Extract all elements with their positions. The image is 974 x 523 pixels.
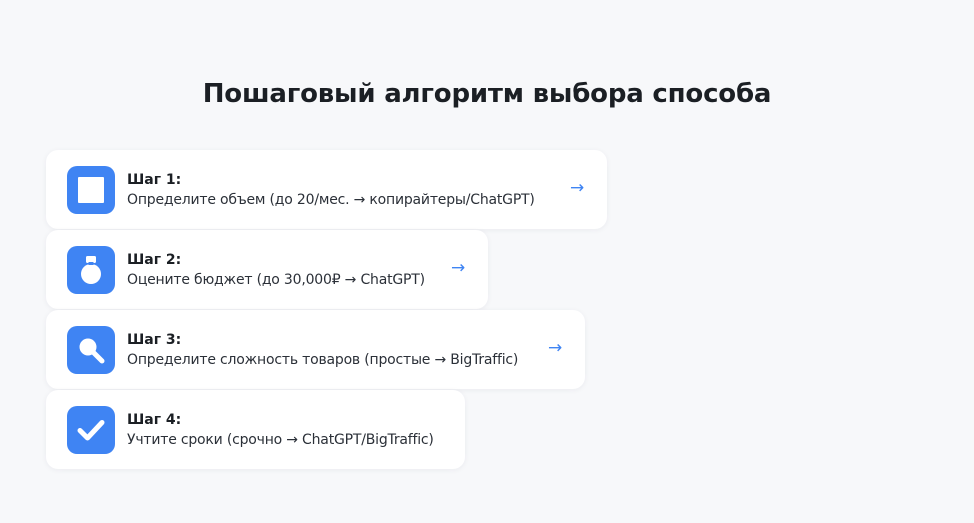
step-description: Определите объем (до 20/мес. → копирайте… [127, 192, 535, 208]
step-text: Шаг 2: Оцените бюджет (до 30,000₽ → Chat… [127, 251, 425, 290]
step-label: Шаг 3: [127, 332, 182, 348]
step-card-2[interactable]: Шаг 2: Оцените бюджет (до 30,000₽ → Chat… [46, 230, 488, 309]
step-card-4[interactable]: Шаг 4: Учтите сроки (срочно → ChatGPT/Bi… [46, 390, 465, 469]
step-description: Учтите сроки (срочно → ChatGPT/BigTraffi… [127, 432, 434, 448]
step-label: Шаг 2: [127, 252, 182, 268]
magnifier-icon [67, 326, 115, 374]
step-description: Оцените бюджет (до 30,000₽ → ChatGPT) [127, 272, 425, 288]
arrow-right-icon[interactable]: → [548, 338, 562, 358]
step-label: Шаг 1: [127, 172, 182, 188]
checkmark-icon [67, 406, 115, 454]
square-icon [67, 166, 115, 214]
step-description: Определите сложность товаров (простые → … [127, 352, 519, 368]
page: Пошаговый алгоритм выбора способа Шаг 1:… [0, 0, 974, 523]
step-card-1[interactable]: Шаг 1: Определите объем (до 20/мес. → ко… [46, 150, 607, 229]
step-text: Шаг 3: Определите сложность товаров (про… [127, 331, 518, 370]
money-bag-icon [67, 246, 115, 294]
page-title: Пошаговый алгоритм выбора способа [202, 79, 772, 109]
arrow-right-icon[interactable]: → [570, 178, 584, 198]
step-text: Шаг 1: Определите объем (до 20/мес. → ко… [127, 171, 535, 210]
arrow-right-icon[interactable]: → [451, 258, 465, 278]
step-text: Шаг 4: Учтите сроки (срочно → ChatGPT/Bi… [127, 411, 434, 450]
step-card-3[interactable]: Шаг 3: Определите сложность товаров (про… [46, 310, 585, 389]
step-label: Шаг 4: [127, 412, 182, 428]
